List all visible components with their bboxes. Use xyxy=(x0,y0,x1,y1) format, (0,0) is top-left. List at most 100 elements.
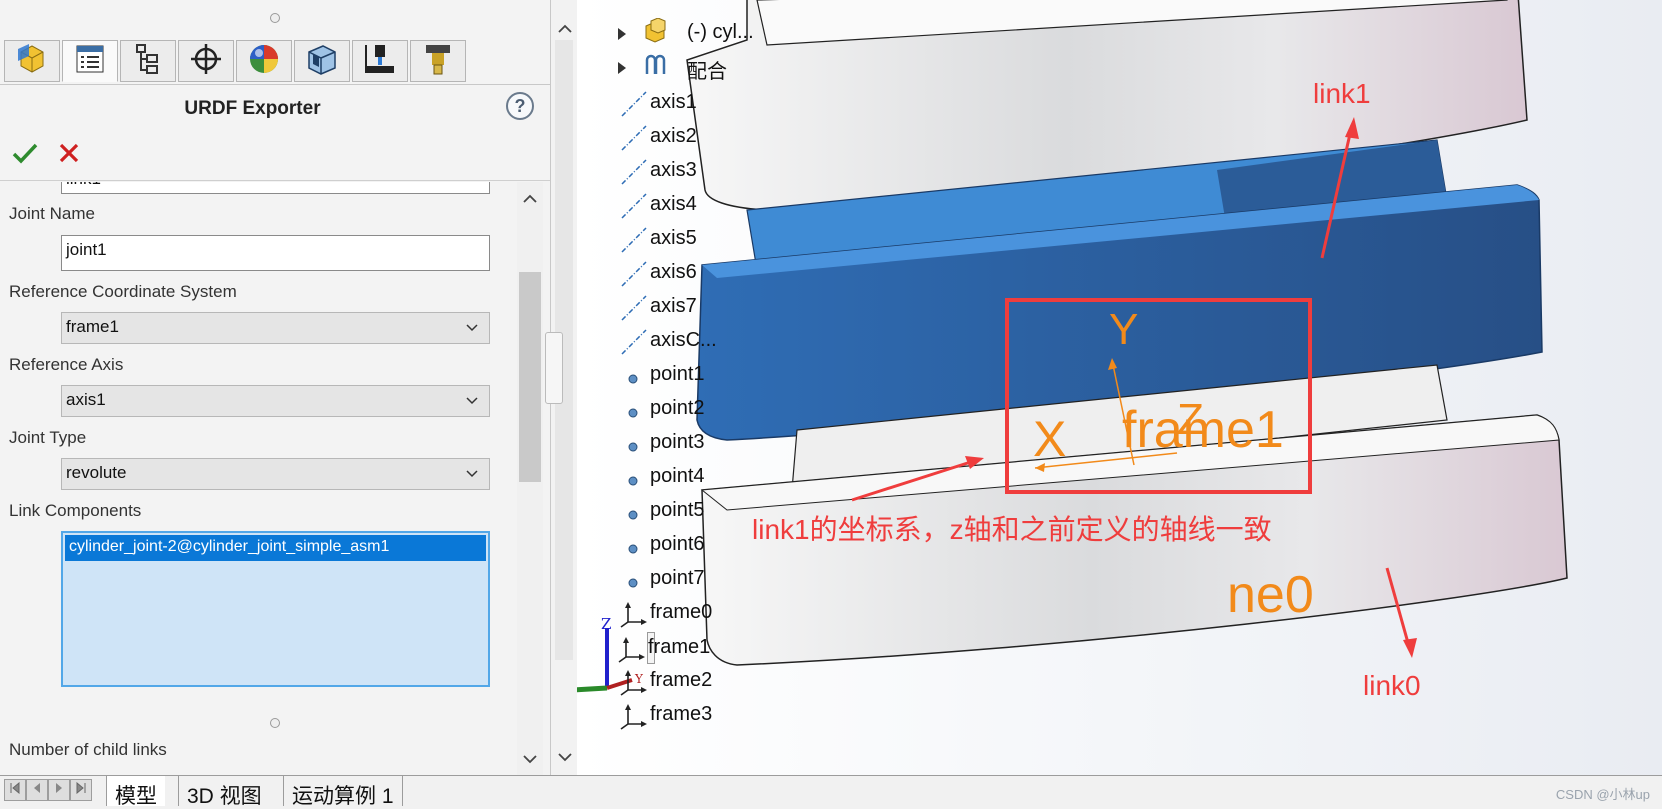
tree-item-label: 配合 xyxy=(687,61,727,83)
nav-first-button[interactable] xyxy=(4,779,26,801)
cam-tool-icon xyxy=(421,42,455,81)
tree-item-label: point2 xyxy=(650,397,705,419)
joint-type-value: revolute xyxy=(66,463,127,482)
tab-cam-feature[interactable] xyxy=(294,40,350,82)
watermark-credit: CSDN @小林up xyxy=(1555,787,1650,802)
expand-arrow-icon[interactable] xyxy=(617,24,627,47)
scrollbar-thumb[interactable] xyxy=(519,272,541,482)
tree-item-label: (-) cyl... xyxy=(687,21,754,43)
display-manager-icon xyxy=(247,42,281,81)
tree-item-label: frame3 xyxy=(650,703,713,725)
triad-x-axis xyxy=(577,685,608,693)
help-icon: ? xyxy=(514,96,526,116)
next-page-icon xyxy=(53,781,65,799)
joint-type-label: Joint Type xyxy=(9,428,87,447)
coordinate-system-icon xyxy=(618,635,646,669)
joint-type-select[interactable]: revolute xyxy=(61,458,490,490)
tab-display-manager[interactable] xyxy=(236,40,292,82)
frame-y-label: Y xyxy=(1109,305,1139,354)
panel-scrollbar[interactable] xyxy=(517,182,543,775)
cam-feature-icon xyxy=(305,42,339,81)
axis-icon xyxy=(620,90,648,124)
tab-property-manager[interactable] xyxy=(62,40,118,82)
ok-button[interactable] xyxy=(10,140,40,170)
axis-icon xyxy=(620,124,648,158)
assembly-component-icon xyxy=(643,17,669,50)
tree-item-label: axis3 xyxy=(650,159,697,181)
link-components-list[interactable]: cylinder_joint-2@cylinder_joint_simple_a… xyxy=(61,531,490,687)
tab-motion-study[interactable]: 运动算例 1 xyxy=(283,776,403,808)
expand-arrow-icon[interactable] xyxy=(617,58,627,81)
tree-item-label: frame2 xyxy=(650,669,713,691)
chevron-down-icon xyxy=(465,466,479,486)
last-page-icon xyxy=(75,781,87,799)
frame-name-label: frame1 xyxy=(1122,401,1284,459)
reference-axis-select[interactable]: axis1 xyxy=(61,385,490,417)
tab-model[interactable]: 模型 xyxy=(106,776,165,808)
tree-item-label: point4 xyxy=(650,465,705,487)
child-links-label: Number of child links xyxy=(9,740,167,759)
tree-item-label: point7 xyxy=(650,567,705,589)
tab-3d-view[interactable]: 3D 视图 xyxy=(178,776,270,808)
tree-item-label: axis5 xyxy=(650,227,697,249)
reference-axis-label: Reference Axis xyxy=(9,355,124,374)
point-icon xyxy=(627,368,639,391)
link0-arrowhead xyxy=(1403,638,1417,658)
tree-item-label: point5 xyxy=(650,499,705,521)
point-icon xyxy=(627,538,639,561)
tree-item-label: axis2 xyxy=(650,125,697,147)
tree-item-label: frame1 xyxy=(648,636,711,658)
tree-item-frame1[interactable]: frame1 xyxy=(618,632,710,664)
frame-note-annotation: link1的坐标系，z轴和之前定义的轴线一致 xyxy=(752,514,1272,545)
list-resize-grip[interactable] xyxy=(270,718,280,728)
help-button[interactable]: ? xyxy=(506,92,534,120)
chevron-down-icon xyxy=(465,393,479,413)
axis-icon xyxy=(620,192,648,226)
coordinate-system-icon xyxy=(620,600,648,634)
tab-configuration-manager[interactable] xyxy=(120,40,176,82)
link0-annotation: link0 xyxy=(1363,670,1421,701)
panel-resize-grip[interactable] xyxy=(270,13,280,23)
nav-last-button[interactable] xyxy=(70,779,92,801)
tree-item-label: frame0 xyxy=(650,601,713,623)
joint-properties-form: link1 Joint Name joint1 Reference Coordi… xyxy=(0,182,515,775)
tab-cam-operation[interactable] xyxy=(352,40,408,82)
tree-item-label: axis6 xyxy=(650,261,697,283)
property-manager-panel: URDF Exporter ? link1 Joint Name joint1 … xyxy=(0,0,551,775)
tab-cam-tool[interactable] xyxy=(410,40,466,82)
close-icon xyxy=(58,142,80,169)
graphics-viewport[interactable]: (-) cyl... 配合 link1 link0 link1的坐标系，z轴和之… xyxy=(577,0,1662,775)
reference-coordinate-label: Reference Coordinate System xyxy=(9,282,237,301)
tab-feature-manager[interactable] xyxy=(4,40,60,82)
tree-item-label: point3 xyxy=(650,431,705,453)
bottom-tab-bar: 模型 3D 视图 运动算例 1 CSDN @小林up xyxy=(0,775,1662,809)
coordinate-system-icon xyxy=(620,668,648,702)
dim-xpert-icon xyxy=(189,42,223,81)
frame-x-label: X xyxy=(1033,411,1067,467)
point-icon xyxy=(627,470,639,493)
nav-prev-button[interactable] xyxy=(26,779,48,801)
tree-item-label: axis7 xyxy=(650,295,697,317)
panel-header: URDF Exporter ? xyxy=(0,88,550,128)
axis-icon xyxy=(620,260,648,294)
scroll-down-icon[interactable] xyxy=(523,752,537,770)
nav-next-button[interactable] xyxy=(48,779,70,801)
cancel-button[interactable] xyxy=(54,140,84,170)
tree-scroll-down-icon[interactable] xyxy=(558,750,572,768)
checkmark-icon xyxy=(12,141,38,170)
joint-name-field[interactable]: joint1 xyxy=(61,235,490,271)
reference-coordinate-select[interactable]: frame1 xyxy=(61,312,490,344)
splitter-handle[interactable] xyxy=(545,332,563,404)
point-icon xyxy=(627,572,639,595)
cam-operation-icon xyxy=(363,42,397,81)
link-name-field[interactable]: link1 xyxy=(61,182,490,194)
header-divider xyxy=(0,180,550,181)
tree-item-label: axis4 xyxy=(650,193,697,215)
tree-scroll-up-icon[interactable] xyxy=(558,20,572,38)
scroll-up-icon[interactable] xyxy=(523,190,537,208)
tree-item-label: point1 xyxy=(650,363,705,385)
tab-dimxpert[interactable] xyxy=(178,40,234,82)
list-item[interactable]: cylinder_joint-2@cylinder_joint_simple_a… xyxy=(65,535,486,561)
reference-axis-value: axis1 xyxy=(66,390,106,409)
point-icon xyxy=(627,504,639,527)
